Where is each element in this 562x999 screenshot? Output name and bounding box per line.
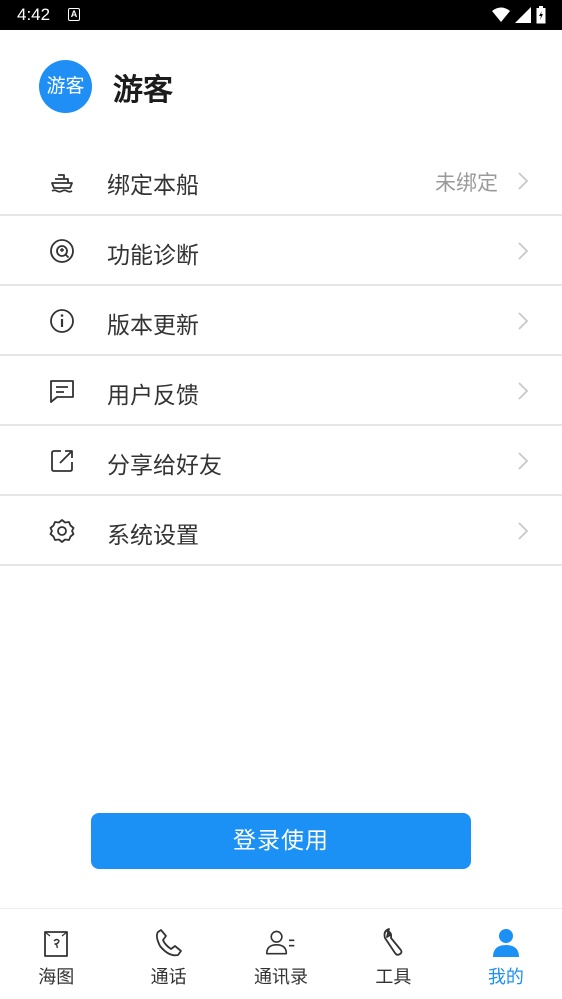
menu-item-diagnosis[interactable]: 功能诊断 <box>0 216 562 286</box>
bottom-tab-bar: 海图 通话 通讯录 工具 我的 <box>0 908 562 999</box>
phone-icon <box>155 929 182 957</box>
wrench-icon <box>384 928 403 956</box>
chevron-right-icon <box>518 522 529 540</box>
tab-label-mine: 我的 <box>487 967 524 988</box>
tab-label-call: 通话 <box>150 967 187 988</box>
chevron-right-icon <box>518 172 529 190</box>
menu-label-diagnosis: 功能诊断 <box>107 243 199 269</box>
avatar[interactable]: 游客 <box>39 60 92 113</box>
tab-label-tools: 工具 <box>375 967 412 988</box>
status-bar: 4:42 A <box>0 0 562 30</box>
login-button[interactable]: 登录使用 <box>91 813 471 869</box>
settings-menu: 绑定本船 未绑定 功能诊断 版本更新 用户反馈 分享给好友 系统设置 <box>0 146 562 566</box>
ship-icon <box>51 174 73 193</box>
diagnosis-icon <box>50 239 74 263</box>
tab-label-chart: 海图 <box>38 967 75 988</box>
tab-contacts[interactable]: 通讯录 <box>225 909 337 999</box>
menu-label-feedback: 用户反馈 <box>107 383 199 409</box>
tab-call[interactable]: 通话 <box>112 909 224 999</box>
chevron-right-icon <box>518 382 529 400</box>
menu-label-version-update: 版本更新 <box>107 313 199 339</box>
menu-label-bind-ship: 绑定本船 <box>107 173 199 199</box>
chevron-right-icon <box>518 312 529 330</box>
menu-item-share[interactable]: 分享给好友 <box>0 426 562 496</box>
contacts-icon <box>265 930 295 955</box>
chevron-right-icon <box>518 452 529 470</box>
chevron-right-icon <box>518 242 529 260</box>
info-icon <box>50 309 74 333</box>
menu-item-feedback[interactable]: 用户反馈 <box>0 356 562 426</box>
status-time: 4:42 <box>17 5 51 24</box>
share-icon <box>51 450 73 472</box>
username: 游客 <box>113 73 173 108</box>
tab-chart[interactable]: 海图 <box>0 909 112 999</box>
menu-item-settings[interactable]: 系统设置 <box>0 496 562 566</box>
menu-label-settings: 系统设置 <box>107 523 199 549</box>
person-icon <box>492 929 519 957</box>
wifi-icon <box>492 7 510 22</box>
tab-tools[interactable]: 工具 <box>337 909 449 999</box>
profile-header[interactable]: 游客 游客 <box>0 30 562 146</box>
menu-value-bind-status: 未绑定 <box>435 171 498 195</box>
menu-label-share: 分享给好友 <box>107 453 222 479</box>
map-icon <box>44 931 69 957</box>
notification-icon: A <box>68 8 80 21</box>
feedback-icon <box>50 380 74 403</box>
menu-item-version-update[interactable]: 版本更新 <box>0 286 562 356</box>
battery-icon <box>536 6 546 24</box>
signal-icon <box>515 7 531 23</box>
menu-item-bind-ship[interactable]: 绑定本船 未绑定 <box>0 146 562 216</box>
gear-icon <box>49 519 75 543</box>
tab-label-contacts: 通讯录 <box>254 967 309 988</box>
status-icons <box>492 6 546 24</box>
tab-mine[interactable]: 我的 <box>450 909 562 999</box>
